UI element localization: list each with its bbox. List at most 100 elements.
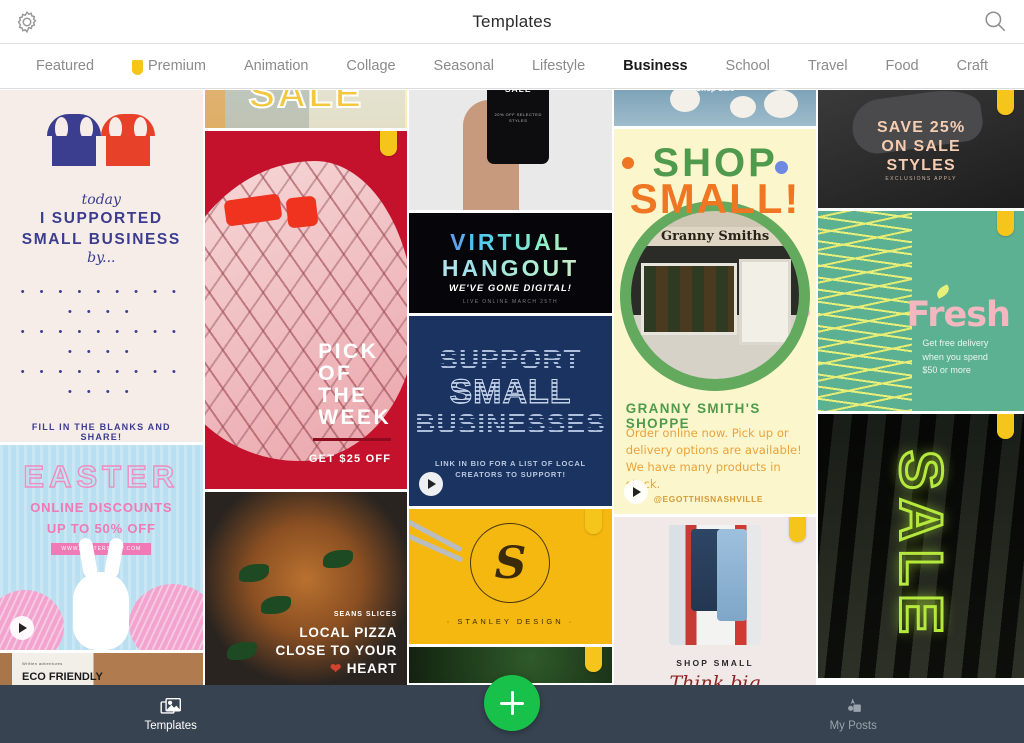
card-line2: CLOSE TO YOUR	[275, 643, 398, 658]
card-sub2: UP TO 50% OFF	[46, 521, 156, 536]
template-grid: today I SUPPORTED SMALL BUSINESS by... •…	[0, 90, 1024, 685]
template-card-small-business[interactable]: today I SUPPORTED SMALL BUSINESS by... •…	[0, 90, 203, 442]
light-jeans	[717, 529, 748, 621]
card-line1: ECO FRIENDLY	[22, 670, 103, 683]
vegetable-line-art	[818, 211, 913, 411]
shop-window	[641, 263, 738, 335]
card-line3: BUSINESSES	[409, 408, 612, 440]
app-header: Templates	[0, 0, 1024, 44]
template-card-neon-sale[interactable]: SALE	[818, 414, 1024, 678]
card-line3: STYLES	[886, 157, 956, 174]
tab-label: Lifestyle	[531, 58, 586, 74]
card-title: SALE	[487, 90, 549, 94]
card-brand-name: · STANLEY DESIGN ·	[446, 617, 575, 626]
card-dot-line-1: • • • • • • • • • • • • •	[20, 286, 182, 318]
template-card-save-25[interactable]: SAVE 25% ON SALE STYLES EXCLUSIONS APPLY	[818, 90, 1024, 208]
card-line1: SHOP SMALL	[676, 658, 754, 668]
template-card-fresh[interactable]: Fresh Get free delivery when you spend $…	[818, 211, 1024, 411]
card-brand: SEANS SLICES	[333, 611, 398, 618]
grid-column-4: Shop Sale SHOP SMALL! Granny Smiths GRAN…	[613, 90, 817, 685]
card-line4: WEEK	[318, 406, 392, 429]
card-title: Fresh	[906, 295, 1011, 335]
posts-icon	[848, 697, 862, 712]
tab-business[interactable]: Business	[621, 54, 689, 78]
card-pretext: Written adventures	[22, 661, 63, 666]
easter-egg-right	[128, 584, 203, 650]
card-tagline: WE'VE GONE DIGITAL!	[449, 283, 572, 294]
template-card-local-pizza[interactable]: SEANS SLICES LOCAL PIZZA CLOSE TO YOUR ❤…	[204, 492, 408, 685]
tab-animation[interactable]: Animation	[242, 54, 310, 78]
card-line2: Think big	[669, 672, 761, 685]
tab-label: Seasonal	[433, 58, 494, 74]
template-card-sale-strip[interactable]: SALE	[204, 90, 408, 128]
tab-label: Collage	[346, 58, 396, 74]
tab-food[interactable]: Food	[884, 54, 921, 78]
card-title: SALE	[248, 90, 364, 117]
template-card-pick-of-the-week[interactable]: PICK OF THE WEEK GET $25 OFF	[204, 131, 408, 489]
bottom-nav-my-posts[interactable]: My Posts	[683, 697, 1024, 732]
grid-column-1: today I SUPPORTED SMALL BUSINESS by... •…	[0, 90, 203, 685]
tab-label: Business	[623, 58, 688, 74]
premium-badge-icon	[996, 211, 1014, 236]
shoe-accent-1	[223, 193, 283, 227]
template-card-shop-small[interactable]: SHOP SMALL! Granny Smiths GRANNY SMITH'S…	[613, 129, 817, 514]
create-new-button[interactable]	[484, 675, 540, 731]
tab-label: Premium	[148, 58, 207, 74]
image-stack-icon	[160, 697, 181, 714]
search-icon[interactable]	[982, 8, 1010, 36]
card-line3-wrap: ❤ HEART	[276, 660, 398, 678]
divider-rule	[313, 438, 392, 441]
tab-premium[interactable]: Premium	[130, 54, 208, 78]
card-body-line3: $50 or more	[922, 365, 971, 375]
tab-featured[interactable]: Featured	[34, 54, 96, 78]
card-sub: 20% OFF SELECTED STYLES	[494, 112, 542, 123]
template-card-easter[interactable]: EASTER ONLINE DISCOUNTS UP TO 50% OFF WW…	[0, 445, 203, 650]
card-url: WWW.EASTERSHOP.COM	[51, 543, 152, 555]
card-text-line2: SMALL BUSINESS	[21, 231, 181, 248]
card-body: Order online now. Pick up or delivery op…	[626, 425, 807, 493]
card-offer: GET $25 OFF	[308, 453, 392, 465]
template-card-think-big[interactable]: SHOP SMALL Think big	[613, 517, 817, 685]
card-sub: EXCLUSIONS APPLY	[885, 176, 957, 182]
card-body-line1: Get free delivery	[922, 338, 989, 348]
grid-column-2: SALE PICK OF THE WEEK GET $25 OFF SEANS …	[204, 90, 408, 685]
premium-badge-icon	[584, 509, 602, 534]
card-body-line1: Order online now. Pick up or	[625, 426, 789, 440]
tab-travel[interactable]: Travel	[806, 54, 850, 78]
template-card-support-small-businesses[interactable]: SUPPORT SMALL BUSINESSES LINK IN BIO FOR…	[409, 316, 612, 506]
template-card-phone-sale[interactable]: SALE 20% OFF SELECTED STYLES	[409, 90, 612, 210]
play-video-icon[interactable]	[419, 472, 444, 496]
premium-badge-icon	[380, 131, 398, 156]
bottom-nav-templates[interactable]: Templates	[0, 697, 341, 732]
card-text-footer: FILL IN THE BLANKS AND SHARE!	[31, 422, 171, 442]
card-text-block: Written adventures ECO FRIENDLY WALKING …	[22, 657, 115, 685]
play-video-icon[interactable]	[10, 616, 34, 640]
template-card-virtual-hangout[interactable]: VIRTUAL HANGOUT WE'VE GONE DIGITAL! LIVE…	[409, 213, 612, 313]
card-sub1: LINK IN BIO FOR A LIST OF LOCAL	[435, 459, 586, 468]
card-line1: SAVE 25%	[876, 119, 966, 136]
heart-icon: ❤	[330, 661, 343, 676]
play-video-icon[interactable]	[623, 480, 648, 504]
page-title: Templates	[472, 11, 552, 31]
settings-gear-icon[interactable]	[12, 7, 42, 37]
tab-craft[interactable]: Craft	[955, 54, 990, 78]
card-line2: OF	[318, 362, 353, 385]
tab-school[interactable]: School	[724, 54, 772, 78]
card-body-line3: We have many products in stock.	[625, 460, 781, 491]
bunny-illustration	[73, 572, 130, 650]
tab-collage[interactable]: Collage	[344, 54, 397, 78]
easter-egg-left	[0, 590, 64, 650]
card-handle: @EGOTTHISNASHVILLE	[653, 494, 764, 504]
premium-badge-icon	[789, 517, 807, 542]
template-card-blossom-strip[interactable]: Shop Sale	[613, 90, 817, 126]
template-card-stanley-design[interactable]: S · STANLEY DESIGN ·	[409, 509, 612, 644]
pencils-illustration	[409, 518, 473, 577]
tab-lifestyle[interactable]: Lifestyle	[530, 54, 587, 78]
card-sub1: ONLINE DISCOUNTS	[30, 500, 173, 515]
shop-photo: Granny Smiths	[631, 211, 800, 379]
category-tab-bar[interactable]: Featured Premium Animation Collage Seaso…	[0, 44, 1024, 89]
template-card-eco-tours[interactable]: Written adventures ECO FRIENDLY WALKING …	[0, 653, 203, 685]
shop-door	[739, 259, 792, 345]
card-title: SALE	[886, 448, 956, 643]
tab-seasonal[interactable]: Seasonal	[432, 54, 496, 78]
